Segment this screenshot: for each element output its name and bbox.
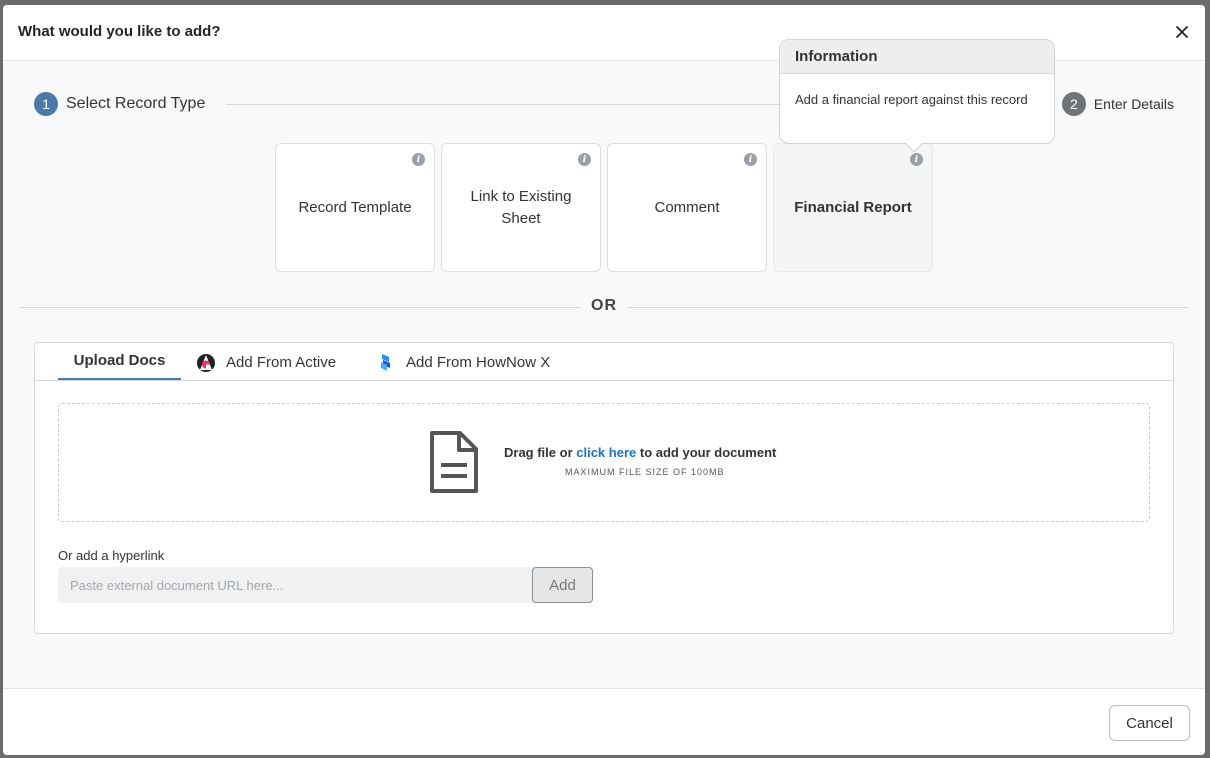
tooltip-title: Information — [780, 40, 1054, 74]
tab-add-from-active[interactable]: Add From Active — [195, 343, 336, 381]
card-label: Financial Report — [794, 198, 912, 216]
info-icon[interactable]: i — [910, 153, 923, 166]
tooltip-body: Add a financial report against this reco… — [795, 92, 1028, 107]
hownow-logo-icon — [381, 354, 390, 371]
dialog-footer: Cancel — [3, 688, 1205, 755]
or-divider-label: OR — [581, 297, 627, 315]
tab-label: Add From Active — [226, 353, 337, 371]
add-hyperlink-button[interactable]: Add — [532, 567, 593, 603]
cancel-button[interactable]: Cancel — [1109, 705, 1190, 741]
step-enter-details: 2 Enter Details — [1057, 92, 1174, 116]
close-button[interactable] — [1171, 21, 1193, 43]
tab-label: Add From HowNow X — [406, 353, 551, 371]
document-icon — [430, 431, 478, 493]
active-logo-icon — [197, 354, 215, 372]
step-number: 2 — [1061, 92, 1086, 116]
dropzone-suffix: to add your document — [636, 445, 777, 460]
info-icon[interactable]: i — [412, 153, 425, 166]
close-icon — [1176, 26, 1188, 38]
tab-upload-docs[interactable]: Upload Docs — [58, 343, 181, 380]
add-record-dialog: What would you like to add? 1 Select Rec… — [3, 5, 1205, 755]
tab-label: Upload Docs — [73, 352, 166, 369]
card-label: Record Template — [298, 198, 412, 216]
dropzone-prefix: Drag file or — [504, 445, 577, 460]
card-link-to-existing-sheet[interactable]: Link to Existing Sheet i — [441, 143, 601, 272]
max-file-size-note: MAXIMUM FILE SIZE OF 100MB — [565, 467, 725, 477]
upload-panel: Upload Docs Add From Active Add From How… — [34, 342, 1174, 634]
card-comment[interactable]: Comment i — [607, 143, 767, 272]
hyperlink-label: Or add a hyperlink — [58, 548, 165, 563]
click-here-link[interactable]: click here — [576, 445, 636, 460]
card-label: Comment — [654, 198, 720, 216]
step-label: Select Record Type — [66, 95, 206, 112]
upload-tabs: Upload Docs Add From Active Add From How… — [35, 343, 1173, 381]
dropzone-instruction: Drag file or click here to add your docu… — [504, 445, 776, 460]
card-financial-report[interactable]: Financial Report i — [773, 143, 933, 272]
info-icon[interactable]: i — [744, 153, 757, 166]
file-dropzone[interactable]: Drag file or click here to add your docu… — [58, 403, 1150, 522]
card-record-template[interactable]: Record Template i — [275, 143, 435, 272]
tab-add-from-hownow-x[interactable]: Add From HowNow X — [375, 343, 550, 381]
step-number: 1 — [34, 92, 58, 116]
card-label: Link to Existing Sheet — [470, 187, 572, 227]
info-icon[interactable]: i — [578, 153, 591, 166]
step-select-record-type: 1 Select Record Type — [34, 92, 216, 116]
record-type-cards: Record Template i Link to Existing Sheet… — [275, 143, 933, 272]
hyperlink-url-input[interactable] — [58, 567, 534, 603]
step-label: Enter Details — [1093, 96, 1174, 112]
dialog-title: What would you like to add? — [18, 23, 221, 40]
information-tooltip: Information Add a financial report again… — [779, 39, 1055, 153]
